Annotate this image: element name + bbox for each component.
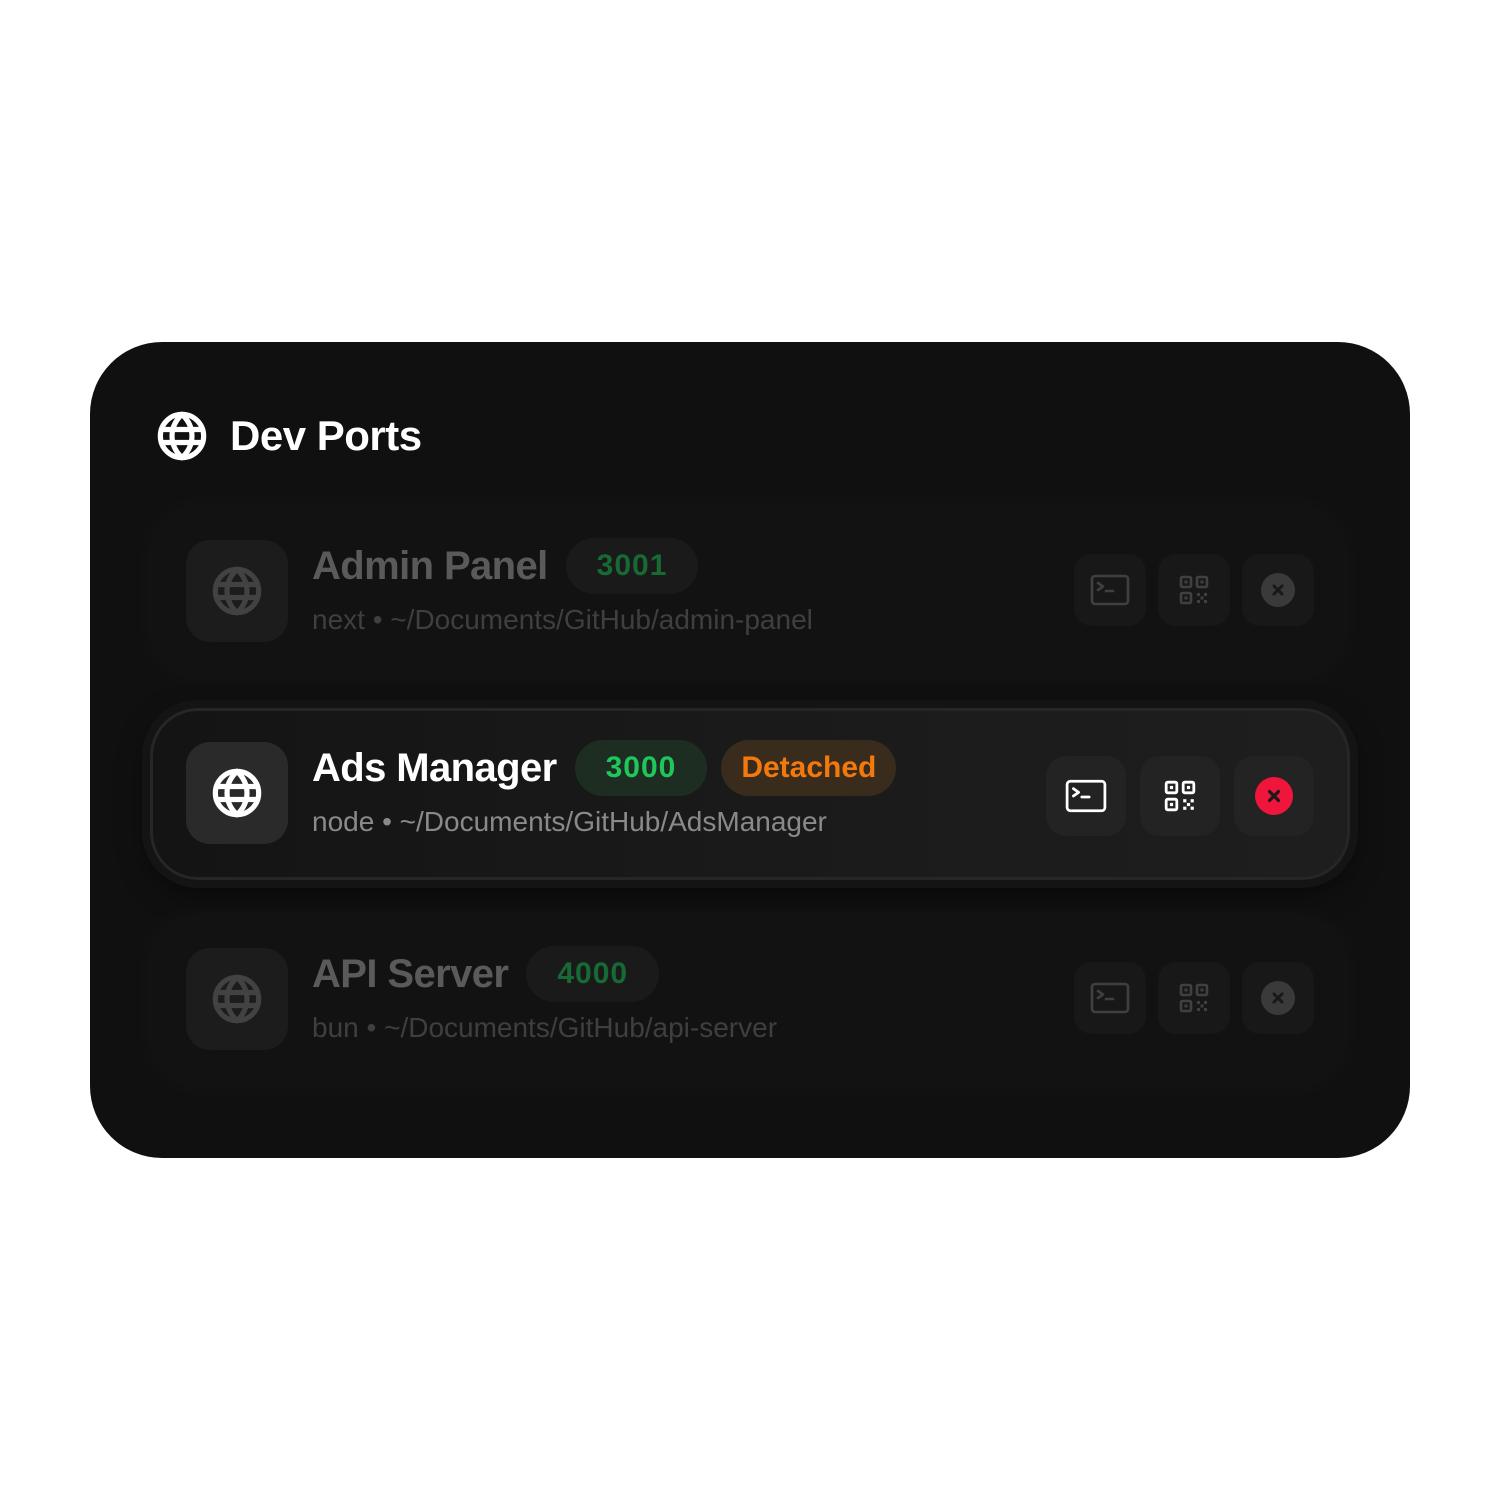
terminal-icon (1090, 574, 1130, 606)
path-label: ~/Documents/GitHub/AdsManager (399, 806, 827, 837)
app-globe-icon (186, 948, 288, 1050)
kill-process-button[interactable] (1234, 756, 1314, 836)
port-row-admin-panel[interactable]: Admin Panel 3001 next • ~/Documents/GitH… (150, 506, 1346, 678)
kill-process-button[interactable] (1242, 554, 1314, 626)
close-icon (1261, 573, 1295, 607)
path-label: ~/Documents/GitHub/admin-panel (390, 604, 813, 635)
separator-dot: • (372, 604, 383, 635)
app-globe-icon (186, 742, 288, 844)
row-actions (1074, 554, 1314, 626)
separator-dot: • (382, 806, 392, 837)
row-title: Ads Manager (312, 745, 557, 790)
panel-header: Dev Ports (156, 408, 422, 464)
qr-code-icon (1178, 574, 1210, 606)
port-badge[interactable]: 3001 (565, 538, 699, 594)
open-terminal-button[interactable] (1074, 554, 1146, 626)
path-label: ~/Documents/GitHub/api-server (384, 1012, 778, 1043)
row-subtitle: next • ~/Documents/GitHub/admin-panel (312, 604, 813, 636)
row-actions (1074, 962, 1314, 1034)
separator-dot: • (366, 1012, 377, 1043)
row-info: Admin Panel 3001 next • ~/Documents/GitH… (312, 536, 813, 636)
row-subtitle: node • ~/Documents/GitHub/AdsManager (312, 806, 896, 838)
row-subtitle: bun • ~/Documents/GitHub/api-server (312, 1012, 777, 1044)
row-info: API Server 4000 bun • ~/Documents/GitHub… (312, 944, 777, 1044)
runtime-label: node (312, 806, 375, 837)
qr-code-icon (1178, 982, 1210, 1014)
qr-code-button[interactable] (1140, 756, 1220, 836)
dev-ports-panel: Dev Ports Admin Panel 3001 next • ~/Docu… (90, 342, 1410, 1158)
qr-code-button[interactable] (1158, 554, 1230, 626)
app-globe-icon (186, 540, 288, 642)
close-icon (1255, 777, 1293, 815)
panel-title: Dev Ports (230, 412, 422, 459)
port-row-api-server[interactable]: API Server 4000 bun • ~/Documents/GitHub… (150, 914, 1346, 1086)
row-title: API Server (312, 951, 509, 996)
runtime-label: next (312, 604, 365, 635)
row-info: Ads Manager 3000 Detached node • ~/Docum… (312, 738, 897, 838)
globe-icon (156, 410, 208, 462)
terminal-icon (1065, 779, 1107, 813)
row-actions (1046, 756, 1314, 836)
runtime-label: bun (312, 1012, 359, 1043)
row-title: Admin Panel (312, 543, 548, 588)
open-terminal-button[interactable] (1046, 756, 1126, 836)
port-row-ads-manager[interactable]: Ads Manager 3000 Detached node • ~/Docum… (150, 708, 1350, 880)
qr-code-button[interactable] (1158, 962, 1230, 1034)
port-badge[interactable]: 3000 (574, 740, 708, 796)
open-terminal-button[interactable] (1074, 962, 1146, 1034)
terminal-icon (1090, 982, 1130, 1014)
kill-process-button[interactable] (1242, 962, 1314, 1034)
status-badge: Detached (721, 740, 897, 796)
close-icon (1261, 981, 1295, 1015)
port-badge[interactable]: 4000 (526, 946, 660, 1002)
qr-code-icon (1163, 779, 1197, 813)
